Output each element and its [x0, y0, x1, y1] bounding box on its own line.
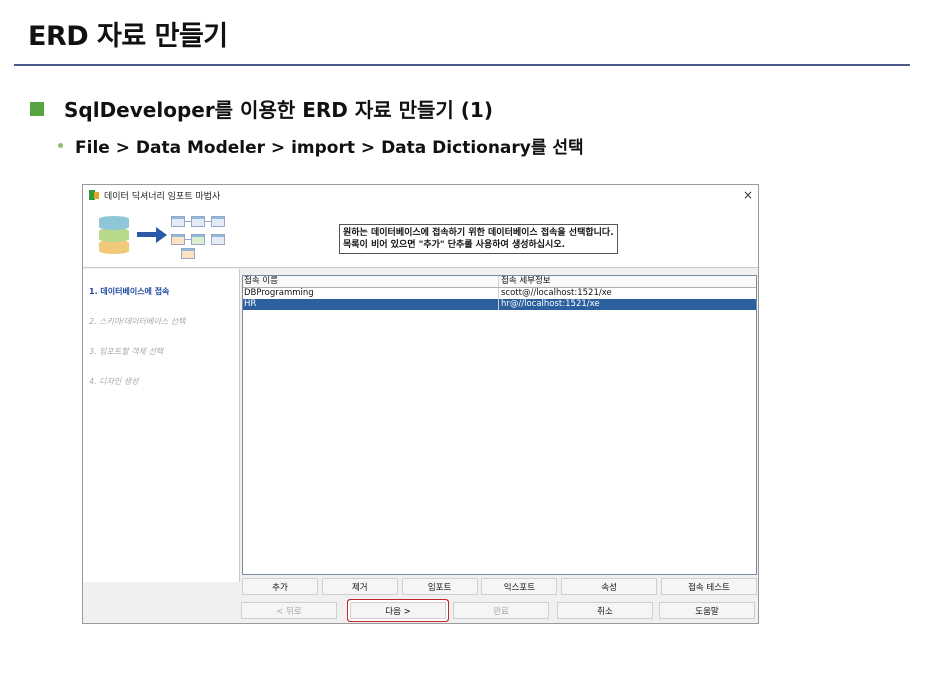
wizard-instruction: 원하는 데이터베이스에 접속하기 위한 데이터베이스 접속을 선택합니다. 목록… — [339, 224, 618, 254]
connections-table: 접속 이름 접속 세부정보 DBProgramming scott@//loca… — [242, 275, 757, 575]
column-header-details[interactable]: 접속 세부정보 — [499, 276, 756, 287]
help-button[interactable]: 도움말 — [659, 602, 755, 619]
cancel-button[interactable]: 취소 — [557, 602, 653, 619]
finish-button[interactable]: 완료 — [453, 602, 549, 619]
wizard-nav-buttons: < 뒤로 다음 > 완료 취소 도움말 — [241, 602, 757, 620]
import-wizard-dialog: 데이터 딕셔너리 임포트 마법사 × 원하는 데이터베이스에 접속하기 위한 데… — [82, 184, 759, 624]
import-button[interactable]: 임포트 — [401, 578, 478, 595]
bullet-main-text: SqlDeveloper를 이용한 ERD 자료 만들기 (1) — [64, 98, 493, 122]
table-row-selected[interactable]: HR hr@//localhost:1521/xe — [243, 299, 756, 310]
connection-details-cell: hr@//localhost:1521/xe — [501, 299, 600, 309]
step-select-schema: 2. 스키마/데이터베이스 선택 — [89, 317, 186, 326]
table-header: 접속 이름 접속 세부정보 — [243, 276, 756, 288]
step-generate-design: 4. 디자인 생성 — [89, 377, 139, 386]
wizard-steps-panel: 1. 데이터베이스에 접속 2. 스키마/데이터베이스 선택 3. 임포트할 객… — [83, 269, 240, 582]
test-connection-button[interactable]: 접속 테스트 — [660, 578, 757, 595]
dialog-titlebar[interactable]: 데이터 딕셔너리 임포트 마법사 × — [83, 185, 758, 206]
data-modeler-app-icon — [89, 190, 99, 200]
bullet-main: SqlDeveloper를 이용한 ERD 자료 만들기 (1) — [30, 94, 493, 123]
export-button[interactable]: 익스포트 — [481, 578, 558, 595]
table-row[interactable]: DBProgramming scott@//localhost:1521/xe — [243, 288, 756, 299]
close-icon[interactable]: × — [738, 188, 758, 202]
instruction-line-1: 원하는 데이터베이스에 접속하기 위한 데이터베이스 접속을 선택합니다. — [343, 228, 614, 238]
dialog-title: 데이터 딕셔너리 임포트 마법사 — [104, 191, 221, 202]
connection-buttons: 추가 제거 임포트 익스포트 속성 접속 테스트 — [242, 578, 757, 596]
slide-title: ERD 자료 만들기 — [28, 21, 228, 52]
bullet-sub-text: File > Data Modeler > import > Data Dict… — [75, 138, 584, 158]
remove-button[interactable]: 제거 — [321, 578, 398, 595]
bullet-dot-icon — [58, 143, 63, 148]
add-button[interactable]: 추가 — [242, 578, 318, 595]
connection-name-cell: DBProgramming — [243, 288, 499, 299]
connection-name-cell: HR — [243, 299, 499, 310]
step-connect-database: 1. 데이터베이스에 접속 — [89, 287, 170, 296]
database-to-model-illustration-icon — [93, 212, 228, 260]
column-header-name[interactable]: 접속 이름 — [243, 276, 499, 287]
bullet-sub: File > Data Modeler > import > Data Dict… — [58, 133, 584, 158]
back-button[interactable]: < 뒤로 — [241, 602, 337, 619]
properties-button[interactable]: 속성 — [561, 578, 658, 595]
title-divider — [14, 64, 910, 66]
wizard-banner: 원하는 데이터베이스에 접속하기 위한 데이터베이스 접속을 선택합니다. 목록… — [83, 205, 758, 268]
bullet-square-icon — [30, 101, 44, 116]
instruction-line-2: 목록이 비어 있으면 "추가" 단추를 사용하여 생성하십시오. — [343, 240, 566, 250]
next-button[interactable]: 다음 > — [350, 602, 446, 619]
step-select-objects: 3. 임포트할 객체 선택 — [89, 347, 164, 356]
connection-details-cell: scott@//localhost:1521/xe — [501, 288, 612, 298]
